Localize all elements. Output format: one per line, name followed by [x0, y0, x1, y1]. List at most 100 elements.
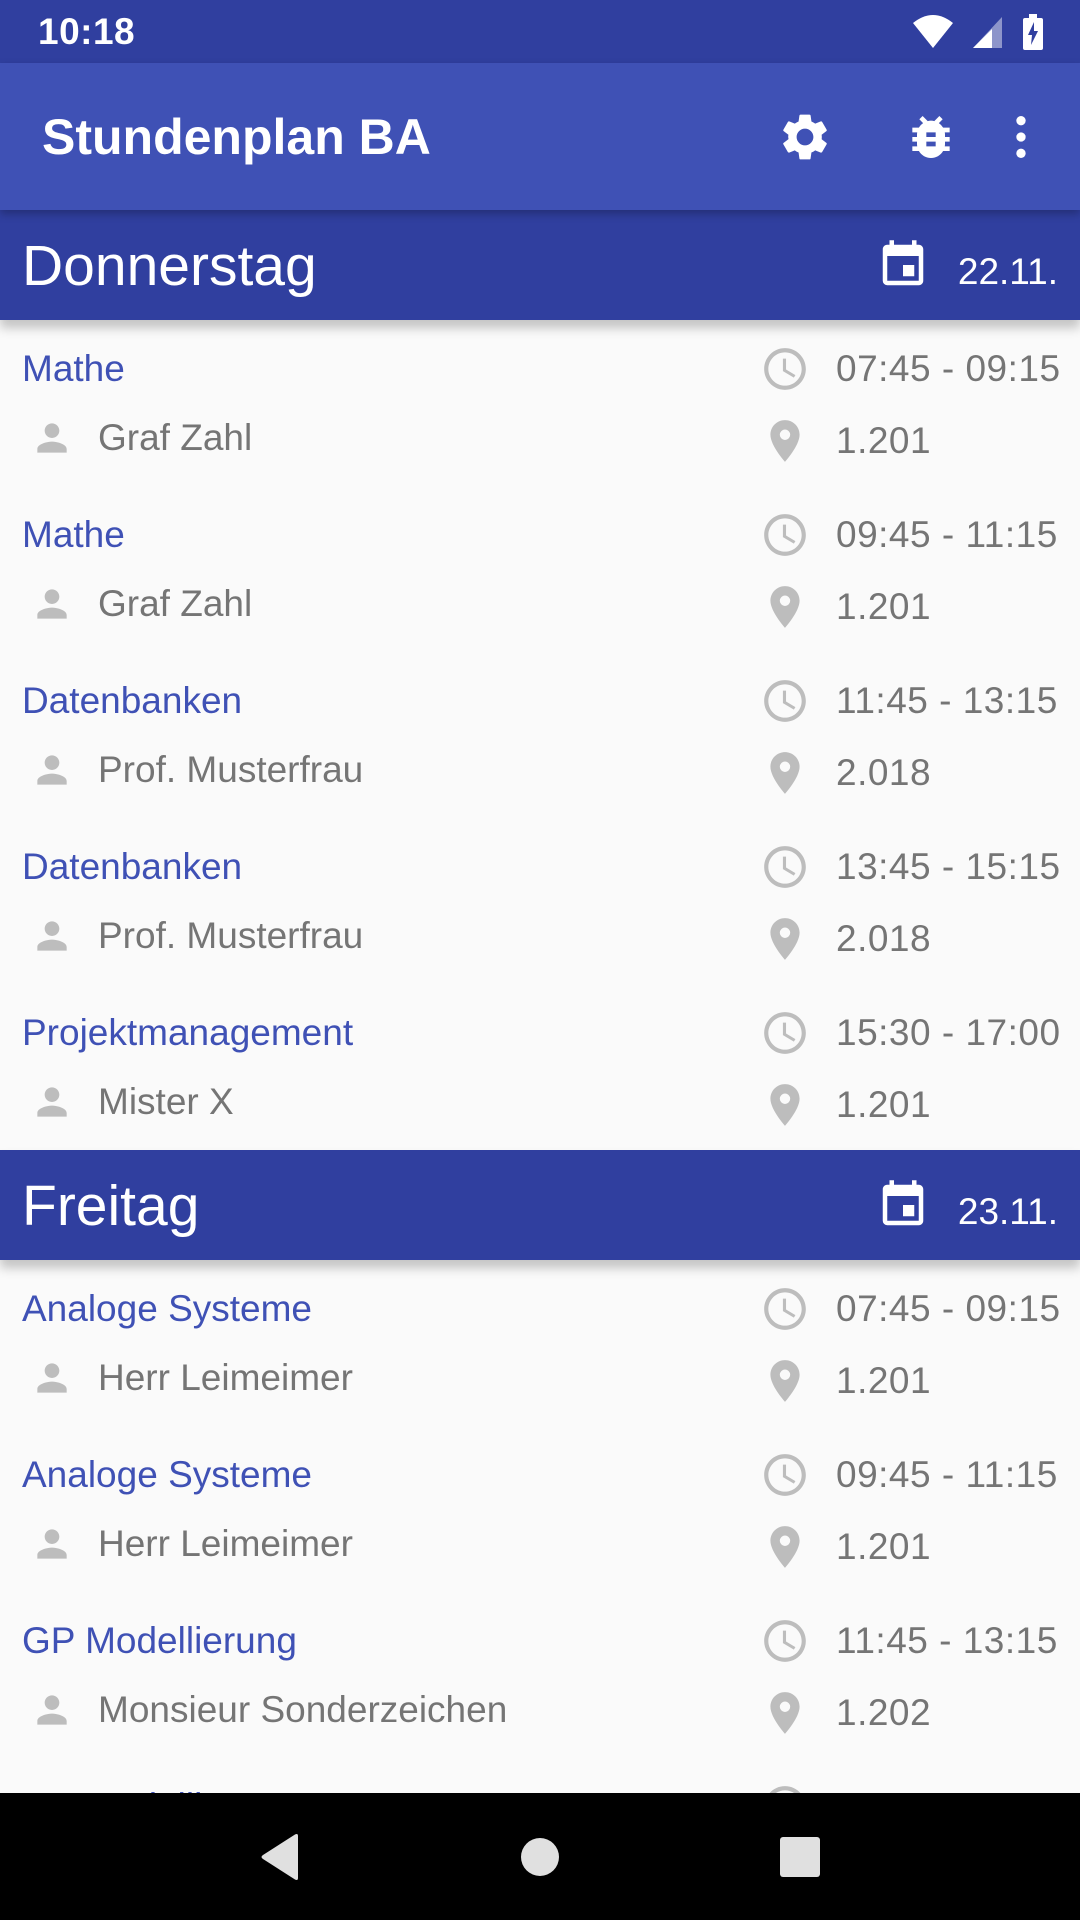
- lesson-room: 2.018: [836, 918, 932, 959]
- lesson-subject: Analoge Systeme: [22, 1288, 313, 1329]
- lesson-item[interactable]: Mathe Graf Zahl 07:45 - 09:15 1.201: [0, 320, 1080, 486]
- recents-button[interactable]: [755, 1812, 845, 1902]
- lesson-room-row: 2.018: [760, 748, 931, 798]
- clock-icon: [764, 1620, 806, 1662]
- app-title: Stundenplan BA: [42, 108, 431, 165]
- lesson-subject: Mathe: [22, 348, 125, 389]
- lesson-teacher-row: Herr Leimeimer: [30, 1356, 353, 1400]
- lesson-teacher-row: Mister X: [30, 1080, 234, 1124]
- lesson-time-row: 13:45 - 15:15: [760, 842, 1061, 892]
- lesson-teacher: Mister X: [98, 1081, 234, 1122]
- bug-report-button[interactable]: [886, 92, 976, 182]
- lesson-room: 1.201: [836, 420, 932, 461]
- more-vert-icon: [1016, 115, 1026, 158]
- clock-icon: [764, 348, 806, 390]
- lesson-item[interactable]: Projektmanagement Mister X 15:30 - 17:00…: [0, 984, 1080, 1150]
- day-date: 23.11.: [957, 1191, 1058, 1232]
- lesson-teacher: Prof. Musterfrau: [98, 915, 364, 956]
- lesson-time-row: 09:45 - 11:15: [760, 510, 1058, 560]
- day-header: Donnerstag 22.11.: [0, 210, 1080, 320]
- person-icon: [37, 921, 67, 951]
- person-icon: [37, 1529, 67, 1559]
- clock-icon: [764, 1454, 806, 1496]
- gear-icon: [783, 114, 827, 159]
- lesson-item[interactable]: Analoge Systeme Herr Leimeimer 07:45 - 0…: [0, 1260, 1080, 1426]
- lesson-item[interactable]: Analoge Systeme Herr Leimeimer 09:45 - 1…: [0, 1426, 1080, 1592]
- app-bar: Stundenplan BA: [0, 63, 1080, 210]
- lesson-item[interactable]: Datenbanken Prof. Musterfrau 13:45 - 15:…: [0, 818, 1080, 984]
- lesson-room: 1.201: [836, 586, 932, 627]
- lesson-room-row: 1.201: [760, 1522, 931, 1572]
- lesson-time: 13:45 - 15:15: [836, 1786, 1061, 1793]
- person-icon: [37, 1695, 67, 1725]
- lesson-teacher: Graf Zahl: [98, 583, 253, 624]
- lesson-time: 09:45 - 11:15: [836, 1454, 1058, 1495]
- day-name: Freitag: [22, 1174, 200, 1238]
- calendar-icon: [882, 1180, 924, 1226]
- lesson-time: 07:45 - 09:15: [836, 348, 1061, 389]
- home-circle-icon: [521, 1837, 559, 1876]
- location-pin-icon: [770, 586, 800, 628]
- clock-icon: [764, 1012, 806, 1054]
- person-icon: [37, 589, 67, 619]
- lesson-time-row: 09:45 - 11:15: [760, 1450, 1058, 1500]
- lesson-subject: Analoge Systeme: [22, 1454, 313, 1495]
- lesson-time: 07:45 - 09:15: [836, 1288, 1061, 1329]
- overflow-menu-button[interactable]: [976, 92, 1066, 182]
- clock-icon: [764, 1288, 806, 1330]
- clock-icon: [764, 680, 806, 722]
- location-pin-icon: [770, 1084, 800, 1126]
- day-name: Donnerstag: [22, 234, 317, 298]
- location-pin-icon: [770, 1526, 800, 1568]
- location-pin-icon: [770, 752, 800, 794]
- lesson-room-row: 2.018: [760, 914, 931, 964]
- bug-icon: [912, 115, 950, 158]
- lesson-item[interactable]: Datenbanken Prof. Musterfrau 11:45 - 13:…: [0, 652, 1080, 818]
- home-button[interactable]: [495, 1812, 585, 1902]
- clock-icon: [764, 514, 806, 556]
- back-button[interactable]: [235, 1812, 325, 1902]
- lesson-room: 1.202: [836, 1692, 932, 1733]
- back-triangle-icon: [261, 1833, 298, 1880]
- lesson-item[interactable]: GP Modellierung 13:45 - 15:15: [0, 1758, 1080, 1793]
- day-date-group[interactable]: 22.11.: [876, 237, 1058, 293]
- lesson-time: 09:45 - 11:15: [836, 514, 1058, 555]
- lesson-time-row: 13:45 - 15:15: [760, 1782, 1061, 1793]
- lesson-teacher: Prof. Musterfrau: [98, 749, 364, 790]
- lesson-time: 13:45 - 15:15: [836, 846, 1061, 887]
- status-time: 10:18: [38, 10, 136, 52]
- calendar-icon: [882, 240, 924, 286]
- lesson-room-row: 1.201: [760, 1080, 931, 1130]
- lesson-item[interactable]: GP Modellierung Monsieur Sonderzeichen 1…: [0, 1592, 1080, 1758]
- lesson-teacher: Herr Leimeimer: [98, 1523, 353, 1564]
- day-header: Freitag 23.11.: [0, 1150, 1080, 1260]
- person-icon: [37, 423, 67, 453]
- lesson-subject: Mathe: [22, 514, 125, 555]
- lesson-time-row: 07:45 - 09:15: [760, 1284, 1061, 1334]
- lesson-teacher-row: Herr Leimeimer: [30, 1522, 353, 1566]
- lesson-room: 1.201: [836, 1084, 932, 1125]
- wifi-icon: [913, 14, 953, 48]
- lesson-time-row: 11:45 - 13:15: [760, 676, 1058, 726]
- settings-button[interactable]: [760, 92, 850, 182]
- lesson-teacher-row: Prof. Musterfrau: [30, 748, 363, 792]
- day-date: 22.11.: [957, 251, 1058, 292]
- lesson-time: 15:30 - 17:00: [836, 1012, 1061, 1053]
- location-pin-icon: [770, 918, 800, 960]
- day-date-group[interactable]: 23.11.: [876, 1177, 1058, 1233]
- person-icon: [37, 755, 67, 785]
- lesson-subject: Datenbanken: [22, 680, 243, 721]
- lesson-teacher: Herr Leimeimer: [98, 1357, 353, 1398]
- lesson-room: 1.201: [836, 1526, 932, 1567]
- timetable-list[interactable]: Donnerstag 22.11. Mathe Graf Zahl 07:45 -…: [0, 210, 1080, 1793]
- lesson-item[interactable]: Mathe Graf Zahl 09:45 - 11:15 1.201: [0, 486, 1080, 652]
- battery-icon: [1023, 13, 1043, 50]
- lesson-subject: Datenbanken: [22, 846, 243, 887]
- location-pin-icon: [770, 1360, 800, 1402]
- person-icon: [37, 1363, 67, 1393]
- lesson-room: 2.018: [836, 752, 932, 793]
- clock-icon: [764, 846, 806, 888]
- lesson-time: 11:45 - 13:15: [836, 1620, 1058, 1661]
- lesson-room-row: 1.202: [760, 1688, 931, 1738]
- navigation-bar: [0, 1793, 1080, 1920]
